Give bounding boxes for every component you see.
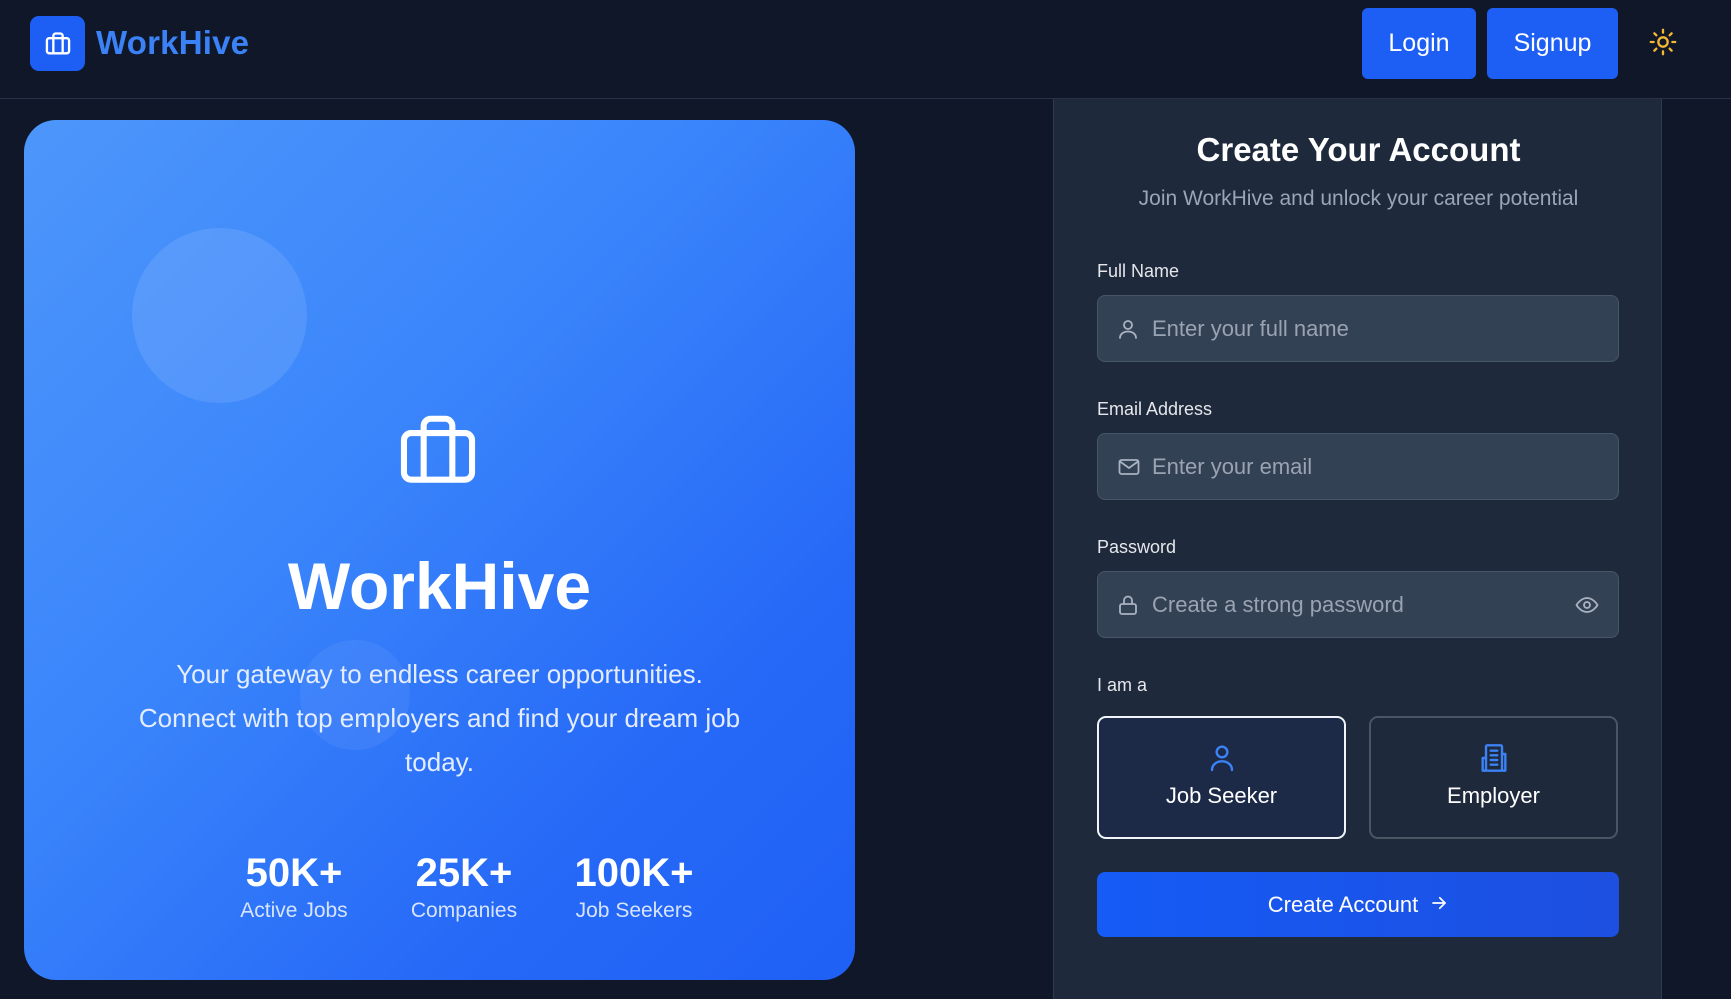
stat-value: 50K+ bbox=[245, 851, 343, 895]
theme-toggle-sun-icon[interactable] bbox=[1648, 27, 1678, 57]
form-title: Create Your Account bbox=[1196, 131, 1521, 168]
role-label-text: Job Seeker bbox=[1165, 783, 1278, 808]
stat-job-seekers: 100K+ Job Seekers bbox=[549, 850, 719, 923]
hero-title: WorkHive bbox=[287, 549, 592, 623]
stat-label: Job Seekers bbox=[575, 899, 693, 922]
stat-value: 25K+ bbox=[415, 851, 513, 895]
briefcase-icon bbox=[395, 408, 481, 494]
password-label: Password bbox=[1097, 537, 1177, 557]
arrow-right-icon bbox=[1430, 892, 1448, 918]
create-account-label: Create Account bbox=[1267, 891, 1419, 917]
lock-icon bbox=[1116, 593, 1140, 617]
create-account-button[interactable]: Create Account bbox=[1097, 872, 1619, 937]
signup-form-panel: Create Your Account Join WorkHive and un… bbox=[1053, 99, 1662, 999]
full-name-field[interactable] bbox=[1097, 295, 1619, 362]
form-subtitle: Join WorkHive and unlock your career pot… bbox=[1138, 187, 1579, 210]
hero-description: Your gateway to endless career opportuni… bbox=[138, 659, 741, 777]
decorative-circle bbox=[132, 228, 307, 403]
hero-card: WorkHive Your gateway to endless career … bbox=[24, 120, 855, 980]
signup-button[interactable]: Signup bbox=[1487, 8, 1618, 79]
email-field[interactable] bbox=[1097, 433, 1619, 500]
stat-companies: 25K+ Companies bbox=[384, 850, 544, 923]
login-button[interactable]: Login bbox=[1362, 8, 1476, 79]
user-icon bbox=[1206, 742, 1238, 774]
role-label: I am a bbox=[1097, 675, 1148, 695]
top-navbar: WorkHive Login Signup bbox=[0, 0, 1731, 99]
stat-active-jobs: 50K+ Active Jobs bbox=[214, 850, 374, 923]
brand-name[interactable]: WorkHive bbox=[96, 24, 249, 62]
mail-icon bbox=[1116, 455, 1140, 479]
full-name-label: Full Name bbox=[1097, 261, 1180, 281]
full-name-input[interactable] bbox=[1152, 296, 1552, 361]
stat-label: Companies bbox=[410, 899, 518, 922]
role-job-seeker-option[interactable]: Job Seeker bbox=[1097, 716, 1346, 839]
password-input[interactable] bbox=[1152, 572, 1552, 637]
building-icon bbox=[1478, 742, 1510, 774]
password-field[interactable] bbox=[1097, 571, 1619, 638]
logo-briefcase-icon[interactable] bbox=[30, 16, 85, 71]
role-label-text: Employer bbox=[1447, 783, 1540, 808]
stat-value: 100K+ bbox=[574, 851, 694, 895]
email-input[interactable] bbox=[1152, 434, 1552, 499]
user-icon bbox=[1116, 317, 1140, 341]
email-label: Email Address bbox=[1097, 399, 1213, 419]
role-employer-option[interactable]: Employer bbox=[1369, 716, 1618, 839]
toggle-password-eye-icon[interactable] bbox=[1574, 593, 1600, 617]
stat-label: Active Jobs bbox=[240, 899, 348, 922]
